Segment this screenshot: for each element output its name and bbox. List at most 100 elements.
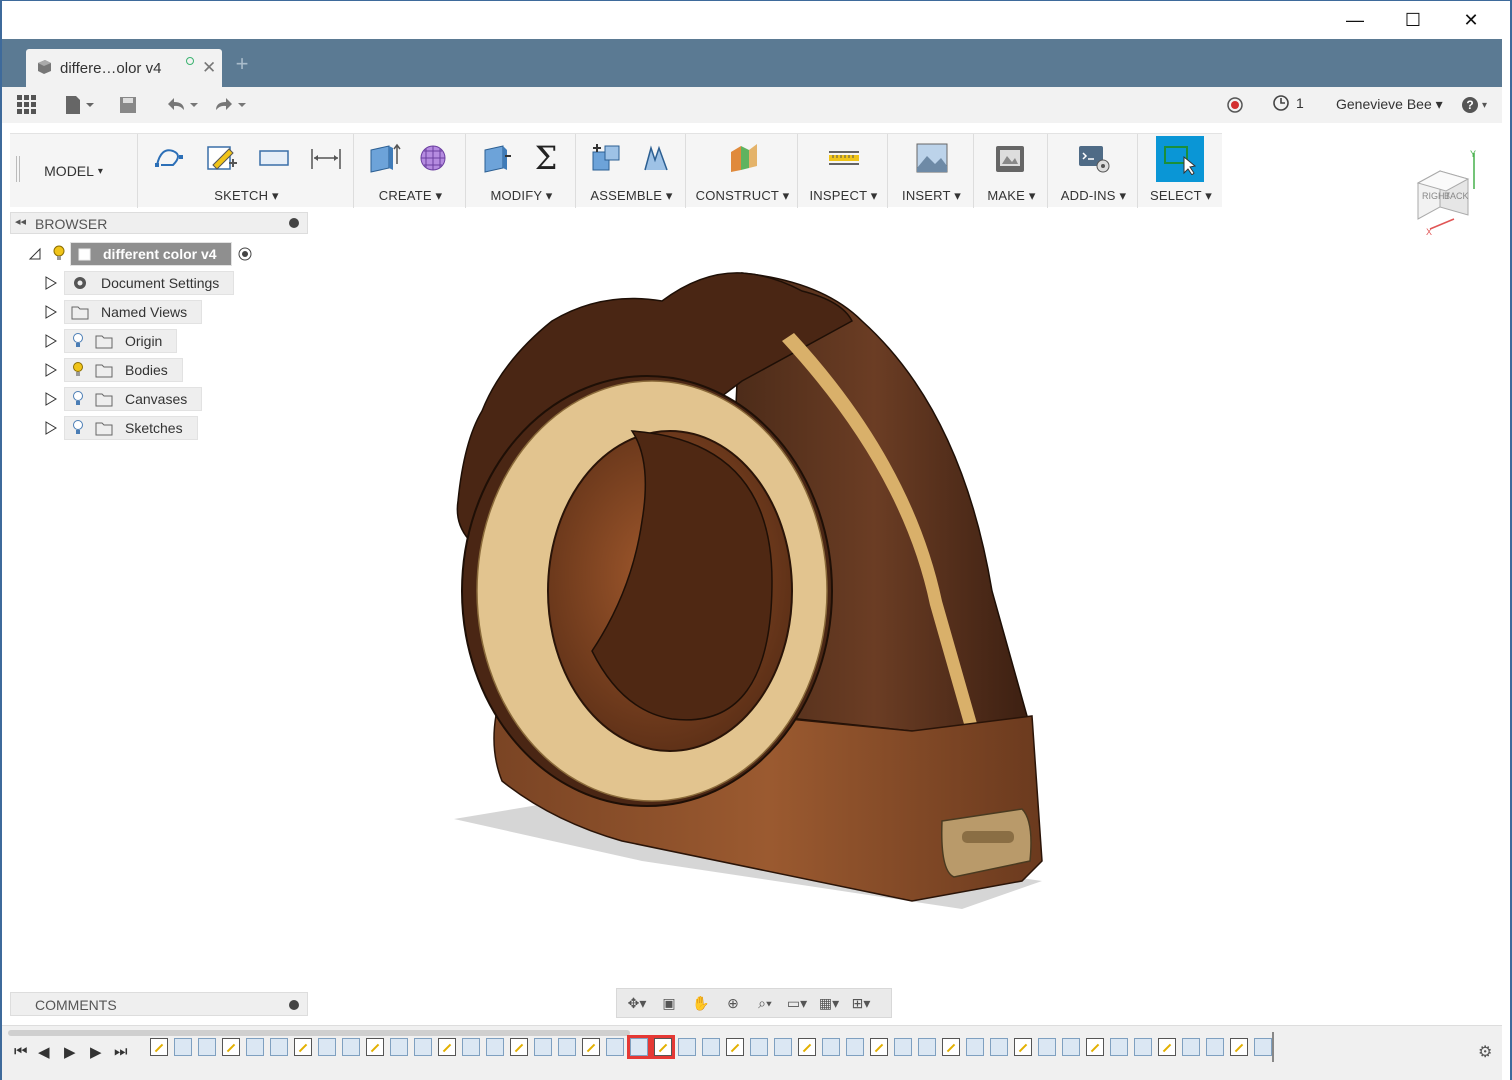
viewports-icon[interactable]: ⊞▾ bbox=[847, 995, 875, 1012]
timeline-feature[interactable] bbox=[222, 1038, 240, 1056]
rectangle-button[interactable] bbox=[254, 138, 294, 178]
job-status[interactable]: 1 bbox=[1272, 94, 1304, 112]
timeline-feature[interactable] bbox=[1182, 1038, 1200, 1056]
timeline-feature[interactable] bbox=[750, 1038, 768, 1056]
form-button[interactable] bbox=[414, 138, 454, 178]
browser-root[interactable]: different color v4 bbox=[28, 242, 254, 266]
insert-menu[interactable]: INSERT ▾ bbox=[890, 188, 973, 204]
pan-icon[interactable]: ✋ bbox=[687, 995, 715, 1012]
browser-item-bodies[interactable]: Bodies bbox=[44, 358, 183, 382]
timeline-feature[interactable] bbox=[870, 1038, 888, 1056]
expand-triangle-icon[interactable] bbox=[44, 363, 58, 377]
offset-plane-button[interactable] bbox=[724, 138, 764, 178]
select-button[interactable] bbox=[1156, 136, 1204, 182]
timeline-feature[interactable] bbox=[678, 1038, 696, 1056]
comments-panel[interactable]: COMMENTS bbox=[10, 992, 308, 1016]
display-settings-icon[interactable]: ▭▾ bbox=[783, 995, 811, 1012]
tab-close-icon[interactable]: ✕ bbox=[202, 58, 216, 78]
lightbulb-icon[interactable] bbox=[71, 419, 85, 437]
timeline-scrollbar[interactable] bbox=[8, 1030, 630, 1036]
save-icon[interactable] bbox=[118, 93, 138, 117]
grid-icon[interactable]: ▦▾ bbox=[815, 995, 843, 1012]
timeline-marker[interactable] bbox=[1272, 1032, 1274, 1062]
zoom-icon[interactable]: ⊕ bbox=[719, 995, 747, 1012]
timeline-feature[interactable] bbox=[1230, 1038, 1248, 1056]
timeline-feature[interactable] bbox=[486, 1038, 504, 1056]
3d-print-button[interactable] bbox=[990, 138, 1030, 178]
make-menu[interactable]: MAKE ▾ bbox=[976, 188, 1047, 204]
finish-sketch-button[interactable] bbox=[202, 138, 242, 178]
maximize-button[interactable]: ☐ bbox=[1384, 1, 1442, 39]
timeline-feature[interactable] bbox=[534, 1038, 552, 1056]
timeline-feature[interactable] bbox=[294, 1038, 312, 1056]
undo-icon[interactable] bbox=[164, 93, 200, 117]
user-menu[interactable]: Genevieve Bee ▾ bbox=[1336, 96, 1443, 113]
timeline-feature[interactable] bbox=[246, 1038, 264, 1056]
go-to-end-icon[interactable]: ⏭ bbox=[114, 1043, 128, 1060]
expand-triangle-icon[interactable] bbox=[44, 334, 58, 348]
lightbulb-icon[interactable] bbox=[71, 361, 85, 379]
joint-button[interactable] bbox=[636, 138, 676, 178]
timeline-feature[interactable] bbox=[606, 1038, 624, 1056]
help-button[interactable]: ? ▾ bbox=[1462, 93, 1487, 117]
parameters-button[interactable]: Σ bbox=[526, 138, 566, 178]
look-at-icon[interactable]: ▣ bbox=[655, 995, 683, 1012]
timeline-feature[interactable] bbox=[150, 1038, 168, 1056]
modify-menu[interactable]: MODIFY ▾ bbox=[468, 188, 575, 204]
timeline-feature[interactable] bbox=[774, 1038, 792, 1056]
browser-item-named-views[interactable]: Named Views bbox=[44, 300, 203, 324]
step-back-icon[interactable]: ◀ bbox=[38, 1043, 50, 1061]
timeline-feature[interactable] bbox=[1158, 1038, 1176, 1056]
timeline-feature[interactable] bbox=[1110, 1038, 1128, 1056]
fit-icon[interactable]: ⌕▾ bbox=[751, 995, 779, 1012]
extrude-button[interactable] bbox=[364, 138, 404, 178]
create-menu[interactable]: CREATE ▾ bbox=[356, 188, 465, 204]
insert-image-button[interactable] bbox=[912, 138, 952, 178]
timeline-feature[interactable] bbox=[198, 1038, 216, 1056]
press-pull-button[interactable] bbox=[476, 138, 516, 178]
timeline-feature[interactable] bbox=[798, 1038, 816, 1056]
expand-triangle-icon[interactable] bbox=[44, 305, 58, 319]
timeline-feature[interactable] bbox=[966, 1038, 984, 1056]
timeline-feature[interactable] bbox=[990, 1038, 1008, 1056]
expand-triangle-icon[interactable] bbox=[44, 276, 58, 290]
lightbulb-icon[interactable] bbox=[52, 245, 66, 263]
minimize-button[interactable]: — bbox=[1326, 1, 1384, 39]
addins-menu[interactable]: ADD-INS ▾ bbox=[1050, 188, 1137, 204]
orbit-icon[interactable]: ✥▾ bbox=[623, 995, 651, 1012]
file-menu-icon[interactable] bbox=[64, 93, 94, 117]
timeline-feature[interactable] bbox=[1062, 1038, 1080, 1056]
browser-item-origin[interactable]: Origin bbox=[44, 329, 178, 353]
timeline-feature[interactable] bbox=[582, 1038, 600, 1056]
create-sketch-button[interactable] bbox=[150, 138, 190, 178]
timeline-feature[interactable] bbox=[894, 1038, 912, 1056]
timeline-feature[interactable] bbox=[1038, 1038, 1056, 1056]
collapse-triangle-icon[interactable] bbox=[28, 247, 42, 261]
document-tab[interactable]: differe…olor v4 ✕ bbox=[26, 49, 222, 87]
timeline-feature[interactable] bbox=[822, 1038, 840, 1056]
timeline-feature[interactable] bbox=[1254, 1038, 1272, 1056]
viewcube-back-label[interactable]: BACK bbox=[1444, 191, 1469, 201]
inspect-menu[interactable]: INSPECT ▾ bbox=[800, 188, 887, 204]
close-window-button[interactable]: ✕ bbox=[1442, 1, 1500, 39]
go-to-start-icon[interactable]: ⏮ bbox=[14, 1043, 28, 1060]
comments-add-icon[interactable] bbox=[289, 1000, 299, 1010]
assemble-menu[interactable]: ASSEMBLE ▾ bbox=[578, 188, 685, 204]
redo-icon[interactable] bbox=[212, 93, 248, 117]
timeline-feature[interactable] bbox=[942, 1038, 960, 1056]
timeline-feature[interactable] bbox=[270, 1038, 288, 1056]
construct-menu[interactable]: CONSTRUCT ▾ bbox=[688, 188, 797, 204]
timeline-feature[interactable] bbox=[462, 1038, 480, 1056]
timeline-feature[interactable] bbox=[702, 1038, 720, 1056]
timeline-feature[interactable] bbox=[627, 1035, 651, 1059]
new-tab-button[interactable]: + bbox=[230, 51, 254, 81]
timeline-feature[interactable] bbox=[1014, 1038, 1032, 1056]
timeline-feature[interactable] bbox=[390, 1038, 408, 1056]
new-component-button[interactable] bbox=[586, 138, 626, 178]
dimension-button[interactable] bbox=[306, 138, 346, 178]
root-component-label[interactable]: different color v4 bbox=[70, 242, 232, 266]
scripts-button[interactable] bbox=[1074, 138, 1114, 178]
3d-model-viewport[interactable] bbox=[442, 261, 1062, 921]
browser-item-canvases[interactable]: Canvases bbox=[44, 387, 203, 411]
timeline-feature[interactable] bbox=[558, 1038, 576, 1056]
